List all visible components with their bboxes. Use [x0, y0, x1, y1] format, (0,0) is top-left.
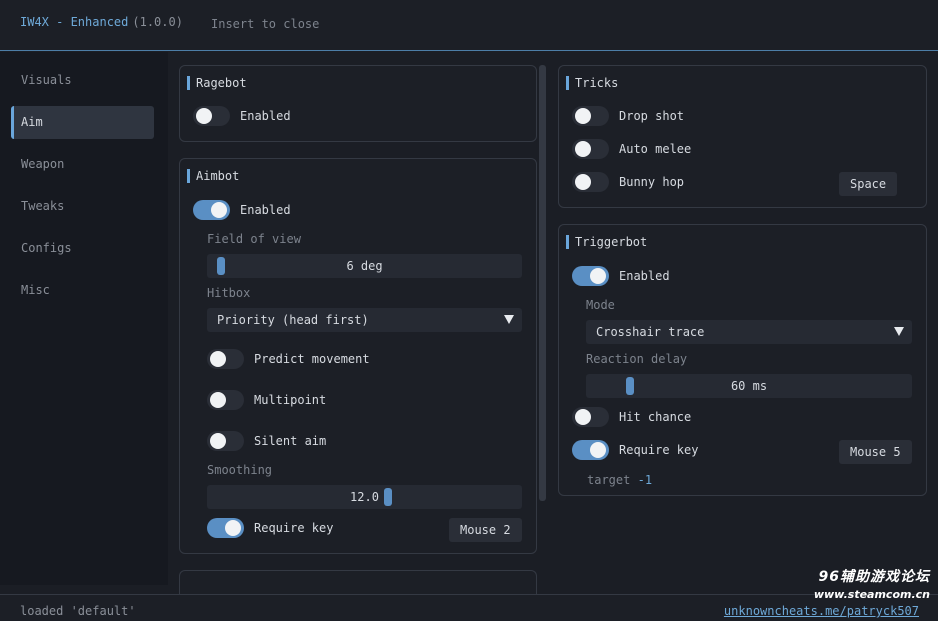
ragebot-title: Ragebot	[187, 76, 247, 90]
watermark-title: 96辅助游戏论坛	[818, 569, 930, 585]
aimbot-require-key-label: Require key	[254, 521, 334, 535]
auto-melee-toggle[interactable]	[572, 139, 609, 159]
toggle-knob	[575, 174, 591, 190]
target-readout: target -1	[587, 473, 652, 487]
ragebot-enabled-label: Enabled	[240, 109, 291, 123]
toggle-knob	[210, 433, 226, 449]
mode-label: Mode	[586, 298, 615, 312]
fov-label: Field of view	[207, 232, 301, 246]
toggle-knob	[210, 392, 226, 408]
sidebar-item-misc[interactable]: Misc	[11, 274, 154, 307]
aimbot-panel: Aimbot Enabled Field of view 6 deg Hitbo…	[179, 158, 537, 554]
toggle-knob	[575, 409, 591, 425]
auto-melee-label: Auto melee	[619, 142, 692, 156]
bunny-hop-toggle[interactable]	[572, 172, 609, 192]
hitbox-label: Hitbox	[207, 286, 251, 300]
hitbox-dropdown[interactable]: Priority (head first)	[207, 308, 522, 332]
predict-movement-label: Predict movement	[254, 352, 370, 366]
triggerbot-enabled-toggle[interactable]	[572, 266, 609, 286]
hit-chance-toggle[interactable]	[572, 407, 609, 427]
smoothing-value: 12.0	[350, 490, 379, 504]
drop-shot-label: Drop shot	[619, 109, 685, 123]
silent-aim-label: Silent aim	[254, 434, 327, 448]
triggerbot-require-key-toggle[interactable]	[572, 440, 609, 460]
bunny-hop-label: Bunny hop	[619, 175, 685, 189]
target-label: target	[587, 473, 631, 487]
smoothing-slider[interactable]: 12.0	[207, 485, 522, 509]
reaction-delay-label: Reaction delay	[586, 352, 688, 366]
aimbot-enabled-label: Enabled	[240, 203, 291, 217]
toggle-knob	[225, 520, 241, 536]
status-bar: loaded 'default' unknowncheats.me/patryc…	[0, 594, 938, 621]
toggle-knob	[196, 108, 212, 124]
mode-dropdown[interactable]: Crosshair trace	[586, 320, 912, 344]
app-version: (1.0.0)	[132, 15, 183, 29]
mode-value: Crosshair trace	[596, 325, 705, 339]
footer-link[interactable]: unknowncheats.me/patryck507	[724, 604, 919, 618]
app-title: IW4X - Enhanced	[20, 15, 129, 29]
triggerbot-panel: Triggerbot Enabled Mode Crosshair trace …	[558, 224, 927, 496]
toggle-knob	[575, 108, 591, 124]
dropdown-arrow-icon	[894, 327, 904, 336]
drop-shot-toggle[interactable]	[572, 106, 609, 126]
close-hint: Insert to close	[211, 17, 320, 31]
target-value: -1	[637, 473, 653, 487]
scrollbar[interactable]	[539, 65, 546, 501]
status-text: loaded 'default'	[20, 604, 136, 618]
silent-aim-toggle[interactable]	[207, 431, 244, 451]
reaction-delay-value: 60 ms	[730, 379, 768, 393]
toggle-knob	[590, 268, 606, 284]
tricks-title: Tricks	[566, 76, 618, 90]
watermark: 96辅助游戏论坛 www.steamcom.cn	[814, 566, 930, 601]
toggle-knob	[210, 351, 226, 367]
triggerbot-title: Triggerbot	[566, 235, 647, 249]
smoothing-label: Smoothing	[207, 463, 273, 477]
fov-slider[interactable]: 6 deg	[207, 254, 522, 278]
tricks-panel: Tricks Drop shot Auto melee Bunny hop Sp…	[558, 65, 927, 208]
toggle-knob	[575, 141, 591, 157]
bunny-hop-key-button[interactable]: Space	[839, 172, 898, 196]
hit-chance-label: Hit chance	[619, 410, 692, 424]
aimbot-title: Aimbot	[187, 169, 239, 183]
multipoint-toggle[interactable]	[207, 390, 244, 410]
ragebot-enabled-toggle[interactable]	[193, 106, 230, 126]
sidebar-item-tweaks[interactable]: Tweaks	[11, 190, 154, 223]
aimbot-require-key-toggle[interactable]	[207, 518, 244, 538]
sidebar-item-weapon[interactable]: Weapon	[11, 148, 154, 181]
triggerbot-key-button[interactable]: Mouse 5	[839, 440, 912, 464]
aimbot-enabled-toggle[interactable]	[193, 200, 230, 220]
hitbox-value: Priority (head first)	[217, 313, 369, 327]
window-title: IW4X - Enhanced (1.0.0)	[20, 15, 183, 29]
watermark-url: www.steamcom.cn	[813, 588, 930, 601]
predict-movement-toggle[interactable]	[207, 349, 244, 369]
toggle-knob	[211, 202, 227, 218]
dropdown-arrow-icon	[504, 315, 514, 324]
window-header: IW4X - Enhanced (1.0.0) Insert to close	[0, 0, 938, 51]
reaction-delay-slider[interactable]: 60 ms	[586, 374, 912, 398]
sidebar-item-aim[interactable]: Aim	[11, 106, 154, 139]
triggerbot-enabled-label: Enabled	[619, 269, 670, 283]
sidebar-item-visuals[interactable]: Visuals	[11, 64, 154, 97]
multipoint-label: Multipoint	[254, 393, 327, 407]
sidebar: Visuals Aim Weapon Tweaks Configs Misc	[0, 52, 168, 585]
ragebot-panel: Ragebot Enabled	[179, 65, 537, 142]
aimbot-key-button[interactable]: Mouse 2	[449, 518, 522, 542]
toggle-knob	[590, 442, 606, 458]
sidebar-item-configs[interactable]: Configs	[11, 232, 154, 265]
fov-value: 6 deg	[346, 259, 383, 273]
triggerbot-require-key-label: Require key	[619, 443, 699, 457]
